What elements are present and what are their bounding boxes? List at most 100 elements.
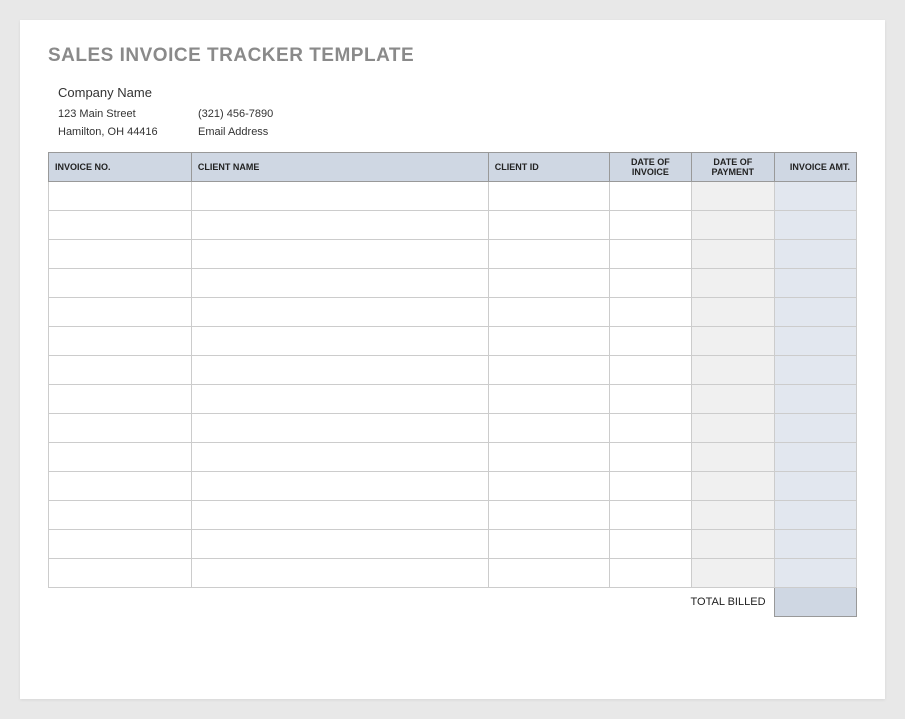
cell-client_name[interactable]	[191, 182, 488, 211]
cell-date_invoice[interactable]	[609, 182, 691, 211]
cell-date_invoice[interactable]	[609, 269, 691, 298]
cell-date_payment[interactable]	[692, 211, 774, 240]
cell-date_invoice[interactable]	[609, 443, 691, 472]
cell-client_id[interactable]	[488, 530, 609, 559]
cell-invoice_amt[interactable]	[774, 327, 856, 356]
cell-client_id[interactable]	[488, 443, 609, 472]
cell-date_payment[interactable]	[692, 501, 774, 530]
cell-client_name[interactable]	[191, 501, 488, 530]
cell-invoice_no[interactable]	[49, 443, 192, 472]
cell-date_payment[interactable]	[692, 269, 774, 298]
cell-date_invoice[interactable]	[609, 240, 691, 269]
cell-client_name[interactable]	[191, 530, 488, 559]
cell-date_payment[interactable]	[692, 298, 774, 327]
cell-invoice_no[interactable]	[49, 530, 192, 559]
cell-invoice_amt[interactable]	[774, 530, 856, 559]
cell-invoice_no[interactable]	[49, 327, 192, 356]
cell-client_id[interactable]	[488, 211, 609, 240]
cell-date_payment[interactable]	[692, 182, 774, 211]
cell-invoice_no[interactable]	[49, 472, 192, 501]
cell-date_invoice[interactable]	[609, 559, 691, 588]
cell-client_id[interactable]	[488, 559, 609, 588]
table-row	[49, 443, 857, 472]
cell-date_invoice[interactable]	[609, 530, 691, 559]
cell-invoice_amt[interactable]	[774, 269, 856, 298]
cell-invoice_no[interactable]	[49, 211, 192, 240]
cell-invoice_no[interactable]	[49, 240, 192, 269]
cell-invoice_no[interactable]	[49, 414, 192, 443]
cell-date_payment[interactable]	[692, 240, 774, 269]
total-billed-value	[774, 588, 856, 617]
cell-invoice_no[interactable]	[49, 501, 192, 530]
total-billed-label: TOTAL BILLED	[49, 588, 775, 617]
cell-client_name[interactable]	[191, 327, 488, 356]
cell-client_id[interactable]	[488, 240, 609, 269]
cell-invoice_amt[interactable]	[774, 443, 856, 472]
cell-date_payment[interactable]	[692, 443, 774, 472]
company-email: Email Address	[198, 126, 268, 138]
cell-client_id[interactable]	[488, 385, 609, 414]
cell-invoice_amt[interactable]	[774, 472, 856, 501]
cell-client_id[interactable]	[488, 356, 609, 385]
cell-client_name[interactable]	[191, 356, 488, 385]
cell-client_name[interactable]	[191, 414, 488, 443]
cell-invoice_no[interactable]	[49, 269, 192, 298]
cell-invoice_amt[interactable]	[774, 211, 856, 240]
cell-client_id[interactable]	[488, 182, 609, 211]
table-row	[49, 356, 857, 385]
cell-date_invoice[interactable]	[609, 472, 691, 501]
cell-client_name[interactable]	[191, 269, 488, 298]
cell-invoice_amt[interactable]	[774, 501, 856, 530]
cell-invoice_amt[interactable]	[774, 298, 856, 327]
table-row	[49, 501, 857, 530]
cell-date_payment[interactable]	[692, 559, 774, 588]
cell-date_invoice[interactable]	[609, 327, 691, 356]
cell-invoice_amt[interactable]	[774, 385, 856, 414]
cell-invoice_no[interactable]	[49, 182, 192, 211]
cell-client_name[interactable]	[191, 559, 488, 588]
cell-invoice_no[interactable]	[49, 356, 192, 385]
cell-date_payment[interactable]	[692, 356, 774, 385]
cell-client_id[interactable]	[488, 327, 609, 356]
invoice-table: INVOICE NO. CLIENT NAME CLIENT ID DATE O…	[48, 152, 857, 617]
table-row	[49, 269, 857, 298]
company-city-row: Hamilton, OH 44416 Email Address	[58, 126, 857, 138]
cell-client_name[interactable]	[191, 472, 488, 501]
cell-date_invoice[interactable]	[609, 298, 691, 327]
cell-invoice_no[interactable]	[49, 559, 192, 588]
cell-client_id[interactable]	[488, 269, 609, 298]
cell-date_payment[interactable]	[692, 385, 774, 414]
cell-invoice_amt[interactable]	[774, 182, 856, 211]
cell-date_payment[interactable]	[692, 530, 774, 559]
cell-invoice_no[interactable]	[49, 298, 192, 327]
cell-client_id[interactable]	[488, 414, 609, 443]
cell-invoice_no[interactable]	[49, 385, 192, 414]
cell-client_name[interactable]	[191, 443, 488, 472]
header-date-invoice: DATE OF INVOICE	[609, 153, 691, 182]
cell-invoice_amt[interactable]	[774, 559, 856, 588]
header-invoice-amt: INVOICE AMT.	[774, 153, 856, 182]
cell-invoice_amt[interactable]	[774, 240, 856, 269]
invoice-tracker-document: SALES INVOICE TRACKER TEMPLATE Company N…	[20, 20, 885, 699]
cell-client_id[interactable]	[488, 472, 609, 501]
cell-client_name[interactable]	[191, 240, 488, 269]
cell-date_invoice[interactable]	[609, 356, 691, 385]
cell-invoice_amt[interactable]	[774, 414, 856, 443]
cell-invoice_amt[interactable]	[774, 356, 856, 385]
table-body	[49, 182, 857, 588]
cell-date_invoice[interactable]	[609, 414, 691, 443]
company-address-row: 123 Main Street (321) 456-7890	[58, 108, 857, 120]
cell-date_invoice[interactable]	[609, 501, 691, 530]
header-client-name: CLIENT NAME	[191, 153, 488, 182]
cell-client_name[interactable]	[191, 298, 488, 327]
cell-client_id[interactable]	[488, 298, 609, 327]
cell-date_payment[interactable]	[692, 327, 774, 356]
table-row	[49, 298, 857, 327]
cell-date_invoice[interactable]	[609, 385, 691, 414]
cell-date_payment[interactable]	[692, 414, 774, 443]
cell-date_invoice[interactable]	[609, 211, 691, 240]
cell-client_name[interactable]	[191, 211, 488, 240]
cell-client_id[interactable]	[488, 501, 609, 530]
cell-client_name[interactable]	[191, 385, 488, 414]
cell-date_payment[interactable]	[692, 472, 774, 501]
